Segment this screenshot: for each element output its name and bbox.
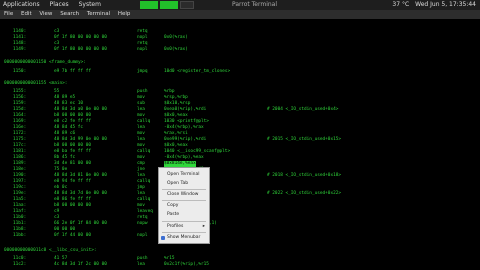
line-op: 10d0 <register_tm_clones> — [164, 69, 231, 74]
context-menu-item-label: Show Menubar — [167, 235, 201, 240]
checkbox-icon[interactable] — [161, 236, 165, 240]
context-menu-item-label: Copy — [167, 203, 179, 208]
context-menu-item[interactable]: Open Terminal — [159, 171, 209, 179]
context-menu-item[interactable]: Close Window — [159, 191, 209, 199]
line-mn: lea — [137, 262, 145, 267]
context-menu-item[interactable]: Show Menubar — [159, 234, 209, 242]
context-menu: Open Terminal Open Tab Close Window Copy Pas… — [158, 167, 210, 244]
taskbar-item[interactable] — [160, 1, 178, 9]
menu-terminal[interactable]: Terminal — [87, 11, 110, 17]
line-addr: 00000000000011c0 <__libc_csu_init>: — [4, 248, 97, 253]
window-title: Parrot Terminal — [232, 1, 278, 8]
system-menu[interactable]: System — [79, 1, 101, 8]
menu-file[interactable]: File — [4, 11, 13, 17]
menu-separator — [162, 189, 206, 190]
menu-edit[interactable]: Edit — [21, 11, 32, 17]
line-addr: 0000000000001155 <main>: — [4, 81, 68, 86]
menu-help[interactable]: Help — [118, 11, 131, 17]
context-menu-item-label: Profiles — [167, 224, 184, 229]
line-op: 0x2c1f(%rip),%r15 — [164, 262, 209, 267]
menu-separator — [162, 232, 206, 233]
context-menu-item[interactable]: Paste — [159, 211, 209, 219]
menu-search[interactable]: Search — [60, 11, 79, 17]
disassembly-line: 11bb:0f 1f 44 00 00nopl0x0(%rax,%rax,1) — [0, 233, 480, 239]
disassembly-line: 11c2: 4c 8d 3d 1f 2c 00 00 lea 0x2c1f(%rip)… — [0, 262, 480, 268]
context-menu-item-label: Close Window — [167, 192, 199, 197]
line-addr: 11bb: — [13, 233, 27, 238]
submenu-arrow-icon: ▸ — [202, 224, 205, 229]
temperature-readout: 37 °C — [392, 1, 410, 8]
line-addr: 0000000000001150 <frame_dummy>: — [4, 60, 86, 65]
applications-menu[interactable]: Applications — [3, 1, 40, 8]
menu-view[interactable]: View — [39, 11, 52, 17]
context-menu-item[interactable]: Profiles ▸ — [159, 223, 209, 231]
taskbar-item-active[interactable] — [180, 1, 194, 9]
line-bytes: 0f 1f 44 00 00 — [54, 233, 92, 238]
line-addr: 1149: — [13, 47, 27, 52]
taskbar-item[interactable] — [140, 1, 158, 9]
places-menu[interactable]: Places — [50, 1, 69, 8]
disassembly-label: 0000000000001150 <frame_dummy>: — [0, 60, 480, 66]
menu-separator — [162, 200, 206, 201]
disassembly-line: 1150: e9 7b ff ff ff jmpq 10d0 <register_tm… — [0, 69, 480, 75]
line-mn: jmpq — [137, 69, 148, 74]
context-menu-item[interactable]: Copy — [159, 202, 209, 210]
disassembly-line: 1149: 0f 1f 80 00 00 00 00 nopl 0x0(%rax) — [0, 47, 480, 53]
line-bytes: e9 7b ff ff ff — [54, 69, 92, 74]
context-menu-item-label: Open Terminal — [167, 172, 200, 177]
panel-menus: Applications Places System — [3, 0, 109, 10]
terminal-menubar: File Edit View Search Terminal Help — [0, 10, 480, 19]
line-addr: 1150: — [13, 69, 27, 74]
context-menu-item[interactable]: Open Tab — [159, 180, 209, 188]
context-menu-item-label: Open Tab — [167, 181, 189, 186]
line-bytes: 4c 8d 3d 1f 2c 00 00 — [54, 262, 107, 267]
menu-separator — [162, 221, 206, 222]
terminal-output[interactable]: 1140: c3 retq 1141: 0f 1f 80 00 00 00 00 nopl… — [0, 19, 480, 270]
system-tray: 37 °C Wed Jun 5, 17:35:44 — [392, 0, 476, 10]
line-mn: nopl — [137, 233, 148, 238]
context-menu-item-label: Paste — [167, 212, 180, 217]
line-bytes: 0f 1f 80 00 00 00 00 — [54, 47, 107, 52]
disassembly-label: 00000000000011c0 <__libc_csu_init>: — [0, 248, 480, 254]
desktop-screen: Applications Places System Parrot Termin… — [0, 0, 480, 270]
clock[interactable]: Wed Jun 5, 17:35:44 — [415, 0, 476, 10]
disassembly-label: 0000000000001155 <main>: — [0, 81, 480, 87]
line-op: 0x0(%rax) — [164, 47, 188, 52]
taskbar — [140, 1, 194, 9]
line-addr: 11c2: — [13, 262, 27, 267]
line-mn: nopl — [137, 47, 148, 52]
top-system-panel: Applications Places System Parrot Termin… — [0, 0, 480, 10]
